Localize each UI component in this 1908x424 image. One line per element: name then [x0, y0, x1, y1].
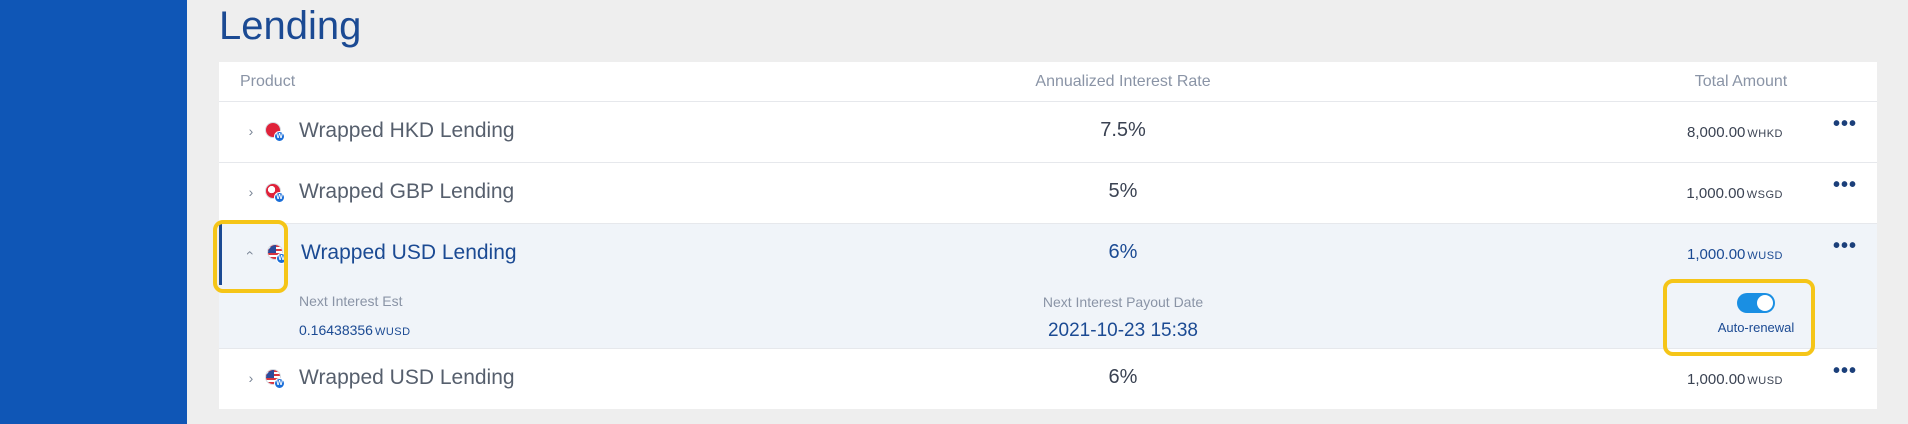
interest-rate: 6% [1108, 366, 1138, 388]
chevron-right-icon[interactable]: › [245, 185, 257, 199]
interest-unit: WUSD [374, 326, 411, 338]
chevron-right-icon[interactable]: › [245, 371, 257, 385]
payout-date-label: Next Interest Payout Date [1042, 294, 1204, 310]
usd-coin-icon: W [267, 244, 287, 264]
product-name: Wrapped USD Lending [299, 366, 515, 389]
more-options-icon[interactable]: ••• [1833, 236, 1857, 259]
main-content: Lending Product Annualized Interest Rate… [187, 0, 1908, 424]
interest-rate: 6% [1108, 241, 1138, 263]
product-name: Wrapped GBP Lending [299, 180, 515, 203]
product-name: Wrapped HKD Lending [299, 119, 515, 142]
next-interest-value: 0.16438356 WUSD [299, 322, 411, 338]
interest-rate: 7.5% [1100, 119, 1146, 141]
sidebar [0, 0, 187, 424]
interest-rate: 5% [1108, 180, 1138, 202]
hkd-coin-icon: W [265, 122, 285, 142]
total-amount: 8,000.00 WHKD [1687, 124, 1783, 141]
auto-renewal-label: Auto-renewal [1717, 320, 1795, 335]
chevron-right-icon[interactable]: › [245, 124, 257, 138]
amount-unit: WHKD [1747, 128, 1783, 140]
more-options-icon[interactable]: ••• [1833, 114, 1857, 137]
header-total-amount: Total Amount [1694, 73, 1788, 90]
product-name: Wrapped USD Lending [301, 241, 517, 264]
total-amount: 1,000.00 WUSD [1687, 371, 1783, 388]
more-options-icon[interactable]: ••• [1833, 175, 1857, 198]
row-detail-panel: Next Interest Est 0.16438356 WUSD Next In… [219, 285, 1877, 349]
total-amount: 1,000.00 WSGD [1686, 185, 1783, 202]
auto-renewal-toggle[interactable] [1737, 293, 1775, 313]
page-title: Lending [219, 4, 362, 48]
more-options-icon[interactable]: ••• [1833, 361, 1857, 384]
toggle-knob [1757, 295, 1773, 311]
payout-date-value: 2021-10-23 15:38 [1047, 320, 1198, 341]
header-rate: Annualized Interest Rate [1035, 73, 1211, 90]
lending-table: Product Annualized Interest Rate Total A… [219, 62, 1877, 409]
amount-unit: WUSD [1747, 375, 1783, 387]
table-row[interactable]: › W Wrapped GBP Lending 5% 1,000.00 WSGD … [219, 163, 1877, 224]
next-interest-label: Next Interest Est [299, 293, 403, 309]
table-header: Product Annualized Interest Rate Total A… [219, 62, 1877, 102]
table-row[interactable]: › W Wrapped HKD Lending 7.5% 8,000.00 WHK… [219, 102, 1877, 163]
table-row[interactable]: › W Wrapped USD Lending 6% 1,000.00 WUSD … [219, 349, 1877, 410]
total-amount: 1,000.00 WUSD [1687, 246, 1783, 263]
amount-unit: WSGD [1746, 189, 1783, 201]
table-row-expanded[interactable]: ‹ W Wrapped USD Lending 6% 1,000.00 WUSD … [219, 224, 1877, 285]
header-product: Product [240, 73, 296, 90]
usd-coin-icon: W [265, 369, 285, 389]
chevron-up-icon[interactable]: ‹ [243, 247, 259, 259]
amount-unit: WUSD [1747, 250, 1783, 262]
gbp-coin-icon: W [265, 183, 285, 203]
